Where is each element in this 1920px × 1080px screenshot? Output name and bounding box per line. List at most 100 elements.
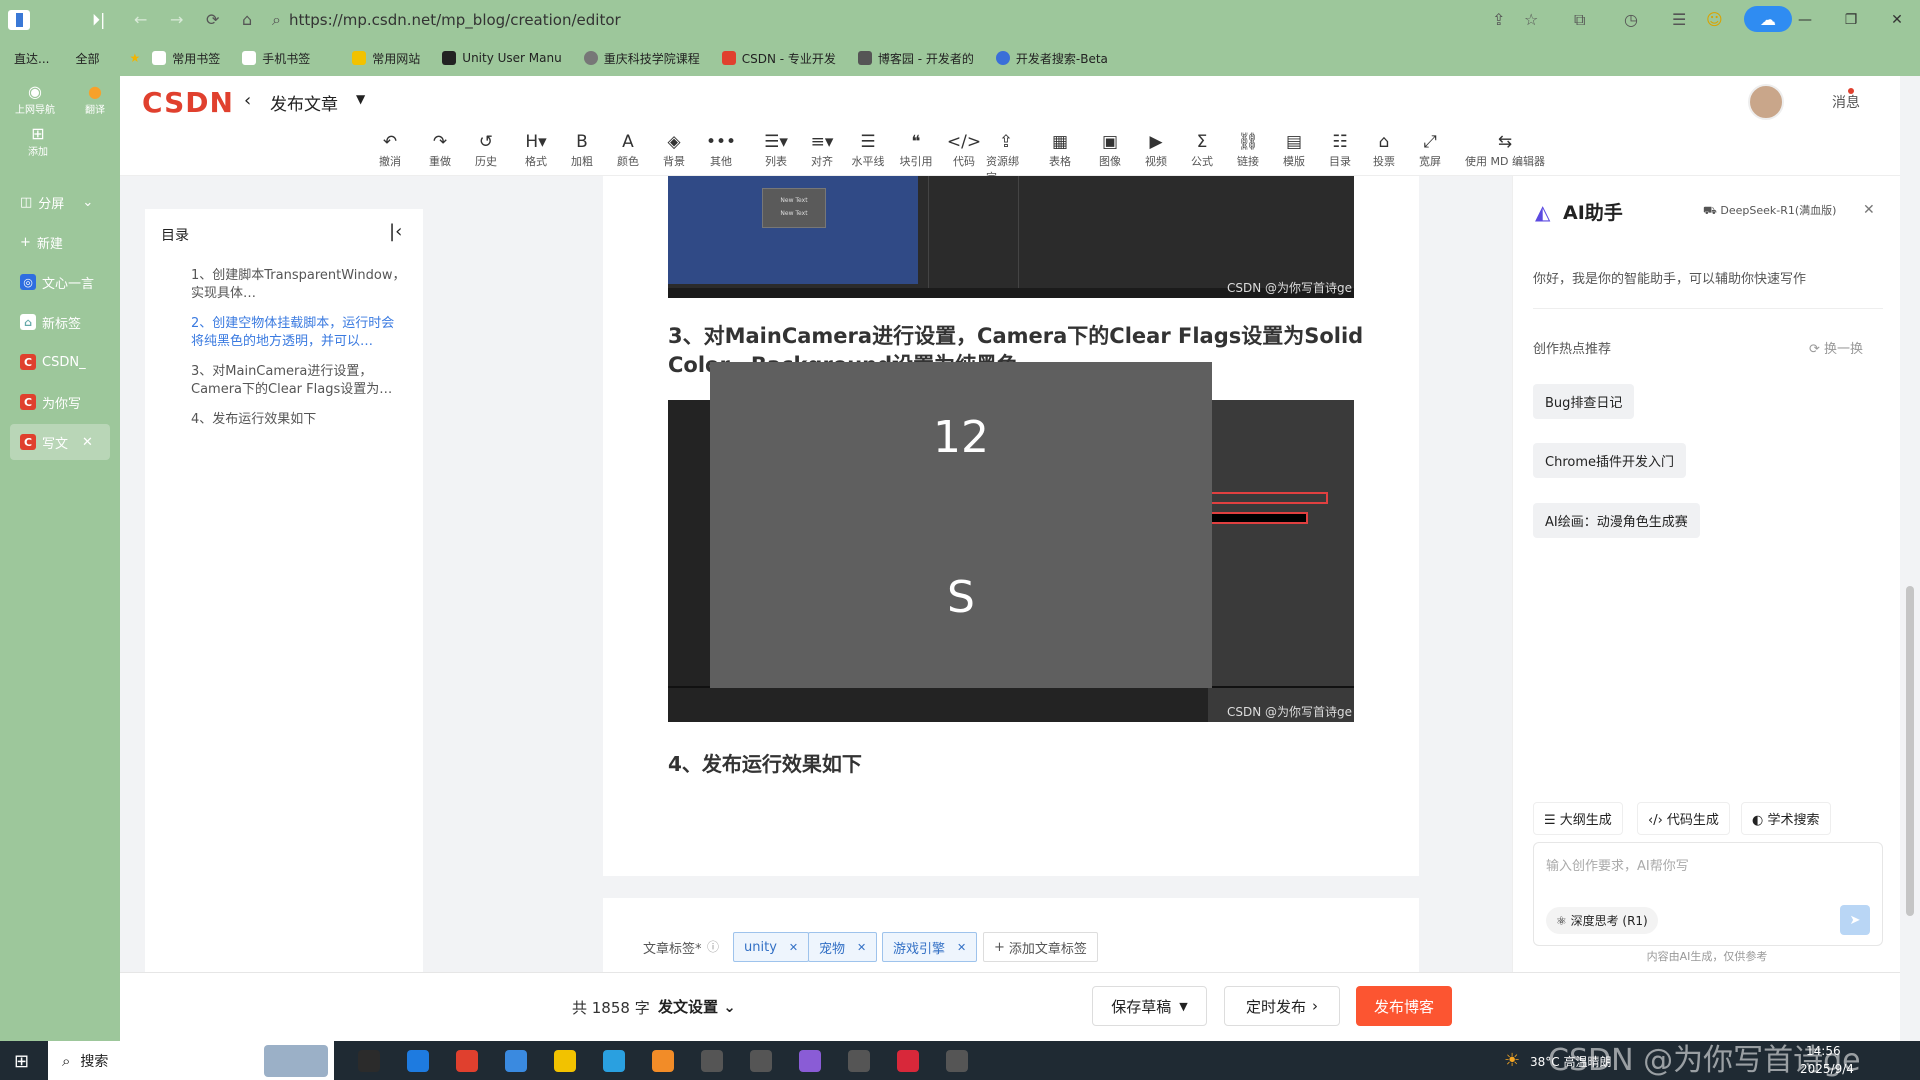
- remove-tag-icon[interactable]: ✕: [857, 941, 866, 954]
- save-draft-button[interactable]: 保存草稿 ▼: [1092, 986, 1207, 1026]
- toolbar-button[interactable]: Σ 公式: [1182, 131, 1222, 169]
- bookmark-item[interactable]: Unity User Manu: [442, 51, 562, 65]
- schedule-button[interactable]: 定时发布 ›: [1224, 986, 1340, 1026]
- reload-icon[interactable]: ⟳: [206, 10, 219, 29]
- toolbar-button[interactable]: ↶ 撤消: [370, 131, 410, 169]
- toolbar-button[interactable]: ↷ 重做: [420, 131, 460, 169]
- toolbar-button[interactable]: ≡▾ 对齐: [802, 131, 842, 169]
- add-tag-button[interactable]: + 添加文章标签: [983, 932, 1098, 962]
- sidebar-tab-active[interactable]: C 写文 ✕: [10, 424, 110, 460]
- tag-chip[interactable]: 宠物 ✕: [808, 932, 878, 962]
- close-window-icon[interactable]: ✕: [1874, 0, 1920, 40]
- split-screen[interactable]: ◫ 分屏 ⌄: [10, 184, 110, 220]
- taskbar-app[interactable]: [540, 1041, 589, 1080]
- bookmark-item[interactable]: 重庆科技学院课程: [583, 50, 700, 67]
- close-panel-icon[interactable]: ✕: [1863, 202, 1875, 218]
- bookmark-item[interactable]: CSDN - 专业开发: [721, 50, 836, 67]
- taskbar-search[interactable]: ⌕ 搜索: [48, 1041, 334, 1080]
- csdn-logo[interactable]: CSDN: [142, 86, 234, 119]
- toolbar-button[interactable]: ▣ 图像: [1090, 131, 1130, 169]
- taskbar-app[interactable]: [785, 1041, 834, 1080]
- toolbar-button[interactable]: ☷ 目录: [1320, 131, 1360, 169]
- toolbar-button[interactable]: ◈ 背景: [654, 131, 694, 169]
- tool-academic[interactable]: ◐ 学术搜索: [1741, 802, 1831, 835]
- toolbar-button[interactable]: ▶ 视频: [1136, 131, 1176, 169]
- suggestion-chip[interactable]: AI绘画：动漫角色生成赛: [1533, 503, 1700, 538]
- tool-outline[interactable]: ☰ 大纲生成: [1533, 802, 1623, 835]
- suggestion-chip[interactable]: Bug排查日记: [1533, 384, 1635, 419]
- toolbar-button[interactable]: B 加粗: [562, 131, 602, 169]
- maximize-icon[interactable]: ❐: [1828, 0, 1874, 40]
- back-icon[interactable]: ←: [134, 10, 147, 29]
- suggestion-chip[interactable]: Chrome插件开发入门: [1533, 443, 1686, 478]
- refresh-button[interactable]: ⟳ 换一换: [1809, 338, 1863, 357]
- tool-code[interactable]: ‹/› 代码生成: [1637, 802, 1730, 835]
- history-icon[interactable]: ◷: [1624, 10, 1638, 29]
- toc-item[interactable]: 3、对MainCamera进行设置，Camera下的Clear Flags设置为…: [191, 363, 407, 399]
- tag-chip[interactable]: unity ✕: [733, 932, 810, 962]
- toolbar-button[interactable]: ▤ 模版: [1274, 131, 1314, 169]
- toolbar-button[interactable]: </> 代码: [944, 131, 984, 169]
- ai-input-box[interactable]: 输入创作要求，AI帮你写 ⚛ 深度思考 (R1) ➤: [1533, 842, 1883, 946]
- taskbar-app[interactable]: [442, 1041, 491, 1080]
- minimize-icon[interactable]: —: [1782, 0, 1828, 40]
- back-chevron-icon[interactable]: ‹: [244, 90, 251, 111]
- taskbar-app[interactable]: [491, 1041, 540, 1080]
- nav-tool[interactable]: ◉ 上网导航: [15, 82, 55, 116]
- new-tab[interactable]: + 新建: [10, 224, 110, 260]
- all-label[interactable]: 全部: [75, 50, 99, 67]
- sidebar-toggle-icon[interactable]: [8, 10, 30, 30]
- toc-item[interactable]: 4、发布运行效果如下: [191, 411, 407, 429]
- star-icon[interactable]: ☆: [1524, 10, 1538, 29]
- bookmark-item[interactable]: 常用网站: [352, 50, 420, 67]
- toolbar-button[interactable]: ••• 其他: [701, 131, 741, 169]
- extensions-icon[interactable]: ⧉: [1574, 10, 1585, 30]
- collapse-icon[interactable]: ⏵|: [92, 10, 105, 30]
- remove-tag-icon[interactable]: ✕: [789, 941, 798, 954]
- add-tool[interactable]: ⊞ 添加: [26, 124, 50, 158]
- taskbar-app[interactable]: [344, 1041, 393, 1080]
- sidebar-tab[interactable]: ⌂ 新标签: [10, 304, 110, 340]
- bookmark-item[interactable]: 博客园 - 开发者的: [857, 50, 974, 67]
- post-settings[interactable]: 发文设置 ⌄: [658, 996, 736, 1017]
- bookmark-item[interactable]: 常用书签: [152, 50, 220, 67]
- caret-down-icon[interactable]: ▼: [356, 92, 365, 106]
- toolbar-button[interactable]: ↺ 历史: [466, 131, 506, 169]
- taskbar-app[interactable]: [932, 1041, 981, 1080]
- page-scrollbar[interactable]: [1900, 76, 1920, 1041]
- toolbar-button[interactable]: ⛓ 链接: [1228, 131, 1268, 169]
- forward-icon[interactable]: →: [170, 10, 183, 29]
- sidebar-tab[interactable]: ◎ 文心一言: [10, 264, 110, 300]
- windows-start-icon[interactable]: ⊞: [14, 1051, 29, 1072]
- toolbar-button[interactable]: ☰▾ 列表: [756, 131, 796, 169]
- avatar-mini-icon[interactable]: ☺: [1706, 10, 1723, 29]
- home-icon[interactable]: ⌂: [242, 10, 252, 29]
- taskbar-app[interactable]: [736, 1041, 785, 1080]
- toolbar-button[interactable]: A 颜色: [608, 131, 648, 169]
- scroll-thumb[interactable]: [1906, 586, 1914, 916]
- taskbar-app[interactable]: [883, 1041, 932, 1080]
- toolbar-button[interactable]: ▦ 表格: [1040, 131, 1080, 169]
- tag-chip[interactable]: 游戏引擎 ✕: [882, 932, 978, 962]
- toolbar-button[interactable]: ⇆ 使用 MD 编辑器: [1450, 131, 1560, 169]
- deep-think-toggle[interactable]: ⚛ 深度思考 (R1): [1546, 907, 1658, 934]
- bookmark-item[interactable]: 开发者搜索-Beta: [995, 50, 1108, 67]
- help-icon[interactable]: ⓘ: [707, 938, 719, 955]
- toolbar-button[interactable]: H▾ 格式: [516, 131, 556, 169]
- toc-item-active[interactable]: 2、创建空物体挂载脚本，运行时会将纯黑色的地方透明，并可以…: [191, 315, 407, 351]
- toolbar-button[interactable]: ☰ 水平线: [848, 131, 888, 169]
- taskbar-app[interactable]: [834, 1041, 883, 1080]
- message-link[interactable]: 消息: [1832, 92, 1860, 112]
- taskbar-app[interactable]: [393, 1041, 442, 1080]
- address-bar[interactable]: ⌕ https://mp.csdn.net/mp_blog/creation/e…: [272, 6, 1462, 34]
- share-icon[interactable]: ⇪: [1492, 10, 1505, 29]
- toc-item[interactable]: 1、创建脚本TransparentWindow，实现具体…: [191, 267, 407, 303]
- avatar[interactable]: [1748, 84, 1784, 120]
- toolbar-button[interactable]: ❝ 块引用: [896, 131, 936, 169]
- menu-icon[interactable]: ☰: [1672, 10, 1686, 29]
- remove-tag-icon[interactable]: ✕: [957, 941, 966, 954]
- bookmark-item[interactable]: 手机书签: [242, 50, 310, 67]
- taskbar-app[interactable]: [638, 1041, 687, 1080]
- toolbar-button[interactable]: ⤢ 宽屏: [1410, 131, 1450, 169]
- publish-button[interactable]: 发布博客: [1356, 986, 1452, 1026]
